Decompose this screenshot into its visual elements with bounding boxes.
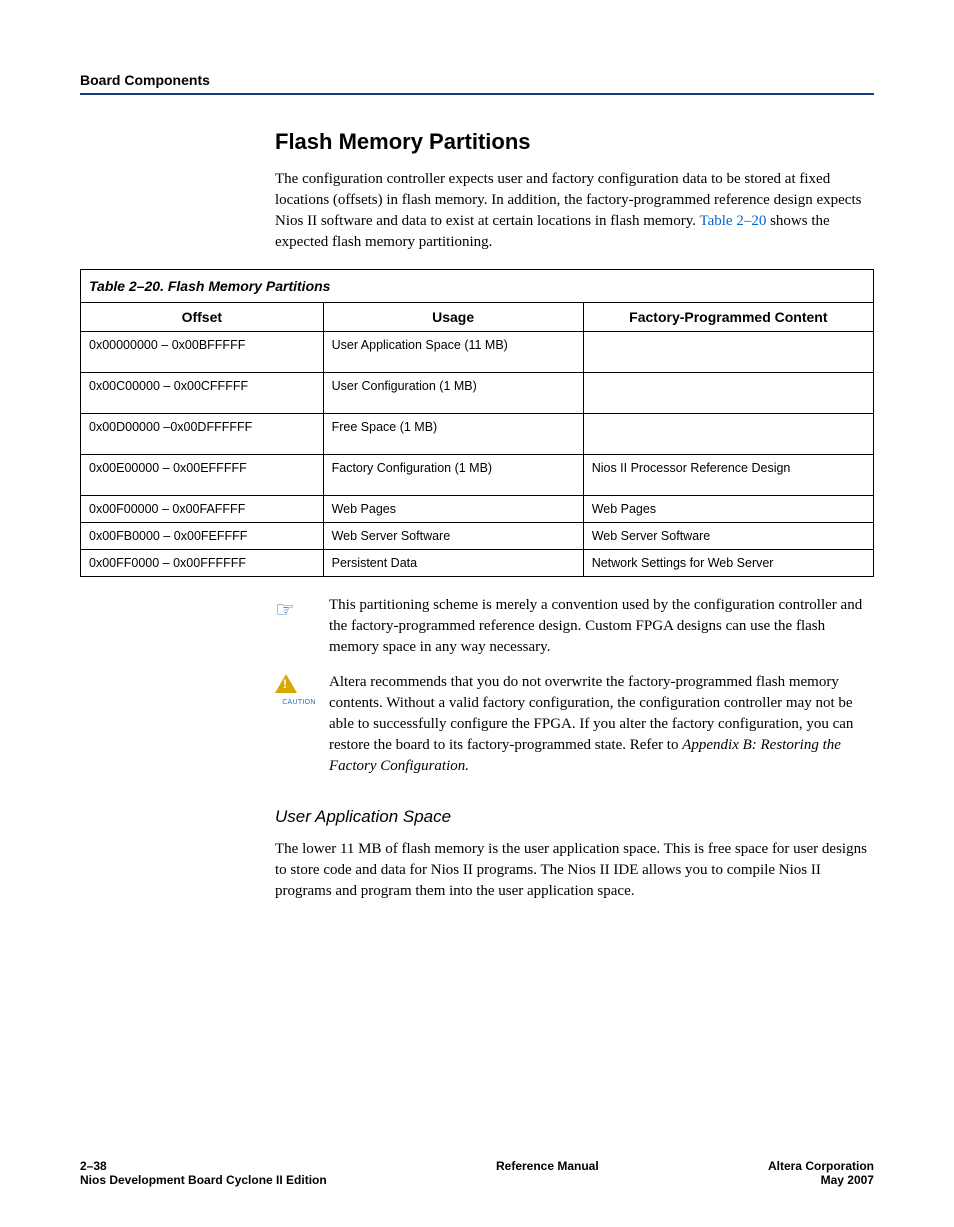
section-intro: The configuration controller expects use… bbox=[275, 169, 874, 253]
cell-usage: Web Server Software bbox=[323, 523, 583, 550]
caution-block: CAUTION Altera recommends that you do no… bbox=[275, 672, 874, 777]
cell-offset: 0x00E00000 – 0x00EFFFFF bbox=[81, 455, 324, 496]
footer-doc-title: Nios Development Board Cyclone II Editio… bbox=[80, 1173, 327, 1187]
page-header: Board Components bbox=[80, 72, 874, 95]
cell-offset: 0x00FB0000 – 0x00FEFFFF bbox=[81, 523, 324, 550]
cell-content bbox=[583, 332, 873, 373]
section-title: Flash Memory Partitions bbox=[275, 129, 874, 155]
flash-partitions-table: Table 2–20. Flash Memory Partitions Offs… bbox=[80, 269, 874, 577]
cell-offset: 0x00F00000 – 0x00FAFFFF bbox=[81, 496, 324, 523]
subsection-body: The lower 11 MB of flash memory is the u… bbox=[275, 839, 874, 902]
cell-offset: 0x00FF0000 – 0x00FFFFFF bbox=[81, 550, 324, 577]
table-caption: Table 2–20. Flash Memory Partitions bbox=[80, 269, 874, 302]
hand-pointing-icon: ☞ bbox=[275, 595, 329, 658]
table-row: 0x00C00000 – 0x00CFFFFF User Configurati… bbox=[81, 373, 874, 414]
table-row: 0x00D00000 –0x00DFFFFFF Free Space (1 MB… bbox=[81, 414, 874, 455]
col-offset: Offset bbox=[81, 303, 324, 332]
col-content: Factory-Programmed Content bbox=[583, 303, 873, 332]
footer-left: 2–38 Nios Development Board Cyclone II E… bbox=[80, 1159, 327, 1187]
footer-date: May 2007 bbox=[768, 1173, 874, 1187]
cell-content: Nios II Processor Reference Design bbox=[583, 455, 873, 496]
cell-usage: User Configuration (1 MB) bbox=[323, 373, 583, 414]
cell-offset: 0x00C00000 – 0x00CFFFFF bbox=[81, 373, 324, 414]
table-row: 0x00FF0000 – 0x00FFFFFF Persistent Data … bbox=[81, 550, 874, 577]
cell-content: Web Pages bbox=[583, 496, 873, 523]
caution-text: Altera recommends that you do not overwr… bbox=[329, 672, 874, 777]
cell-usage: Factory Configuration (1 MB) bbox=[323, 455, 583, 496]
footer-right: Altera Corporation May 2007 bbox=[768, 1159, 874, 1187]
table-header-row: Offset Usage Factory-Programmed Content bbox=[81, 303, 874, 332]
cell-usage: Free Space (1 MB) bbox=[323, 414, 583, 455]
table-row: 0x00FB0000 – 0x00FEFFFF Web Server Softw… bbox=[81, 523, 874, 550]
table-row: 0x00E00000 – 0x00EFFFFF Factory Configur… bbox=[81, 455, 874, 496]
cell-usage: Web Pages bbox=[323, 496, 583, 523]
cell-content: Web Server Software bbox=[583, 523, 873, 550]
col-usage: Usage bbox=[323, 303, 583, 332]
footer-company: Altera Corporation bbox=[768, 1159, 874, 1173]
table-row: 0x00F00000 – 0x00FAFFFF Web Pages Web Pa… bbox=[81, 496, 874, 523]
footer-page-number: 2–38 bbox=[80, 1159, 327, 1173]
table-ref-link[interactable]: Table 2–20 bbox=[699, 213, 766, 229]
note-text: This partitioning scheme is merely a con… bbox=[329, 595, 874, 658]
cell-offset: 0x00000000 – 0x00BFFFFF bbox=[81, 332, 324, 373]
cell-offset: 0x00D00000 –0x00DFFFFFF bbox=[81, 414, 324, 455]
page-footer: 2–38 Nios Development Board Cyclone II E… bbox=[80, 1139, 874, 1187]
cell-usage: User Application Space (11 MB) bbox=[323, 332, 583, 373]
header-section-label: Board Components bbox=[80, 72, 210, 88]
caution-icon: CAUTION bbox=[275, 672, 329, 777]
subsection-title: User Application Space bbox=[275, 807, 874, 827]
cell-content bbox=[583, 414, 873, 455]
note-block: ☞ This partitioning scheme is merely a c… bbox=[275, 595, 874, 658]
cell-content: Network Settings for Web Server bbox=[583, 550, 873, 577]
cell-usage: Persistent Data bbox=[323, 550, 583, 577]
cell-content bbox=[583, 373, 873, 414]
footer-doc-type: Reference Manual bbox=[496, 1159, 599, 1173]
table-row: 0x00000000 – 0x00BFFFFF User Application… bbox=[81, 332, 874, 373]
footer-center: Reference Manual bbox=[496, 1159, 599, 1187]
